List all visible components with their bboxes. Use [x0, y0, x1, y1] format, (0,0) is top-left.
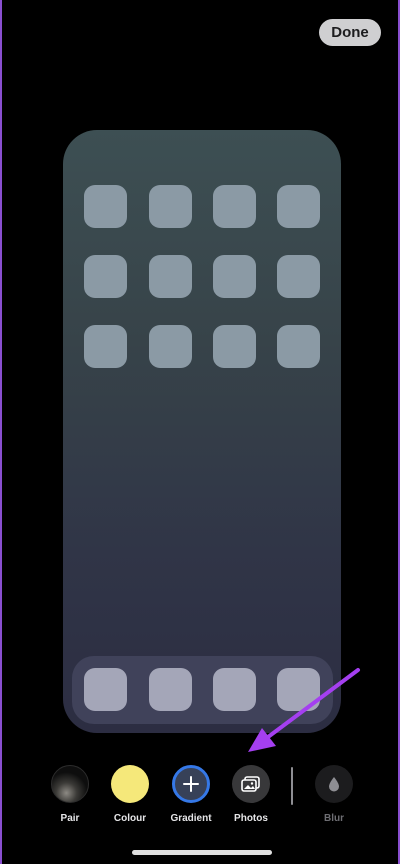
home-screen-preview — [63, 130, 341, 733]
app-icon-placeholder — [213, 325, 256, 368]
app-icon-placeholder — [277, 325, 320, 368]
gradient-option[interactable]: Gradient — [160, 765, 222, 824]
app-icon-placeholder — [277, 185, 320, 228]
dock-icon-placeholder — [213, 668, 256, 711]
wallpaper-editor-screen: Done Pair Colour Gradient Photos Blur — [0, 0, 400, 864]
colour-label: Colour — [113, 813, 147, 824]
app-icon-placeholder — [213, 255, 256, 298]
dock-icon-placeholder — [84, 668, 127, 711]
toolbar-divider — [291, 767, 293, 805]
app-icon-placeholder — [149, 325, 192, 368]
pair-option[interactable]: Pair — [39, 765, 101, 824]
dock-preview — [72, 656, 333, 724]
app-icon-placeholder — [149, 185, 192, 228]
app-icon-placeholder — [84, 255, 127, 298]
drop-icon — [315, 765, 353, 803]
photos-option[interactable]: Photos — [220, 765, 282, 824]
blur-label: Blur — [324, 813, 344, 824]
dock-icon-placeholder — [277, 668, 320, 711]
photos-icon — [232, 765, 270, 803]
colour-option[interactable]: Colour — [99, 765, 161, 824]
app-icon-placeholder — [84, 185, 127, 228]
pair-label: Pair — [60, 813, 80, 824]
plus-icon — [172, 765, 210, 803]
gradient-label: Gradient — [170, 813, 212, 824]
colour-swatch-icon — [111, 765, 149, 803]
app-icon-placeholder — [213, 185, 256, 228]
pair-thumbnail-icon — [51, 765, 89, 803]
app-icon-placeholder — [277, 255, 320, 298]
app-icon-placeholder — [149, 255, 192, 298]
app-icon-placeholder — [84, 325, 127, 368]
dock-icon-placeholder — [149, 668, 192, 711]
done-button[interactable]: Done — [319, 19, 381, 46]
home-indicator — [132, 850, 272, 855]
photos-label: Photos — [234, 813, 268, 824]
blur-option[interactable]: Blur — [303, 765, 365, 824]
